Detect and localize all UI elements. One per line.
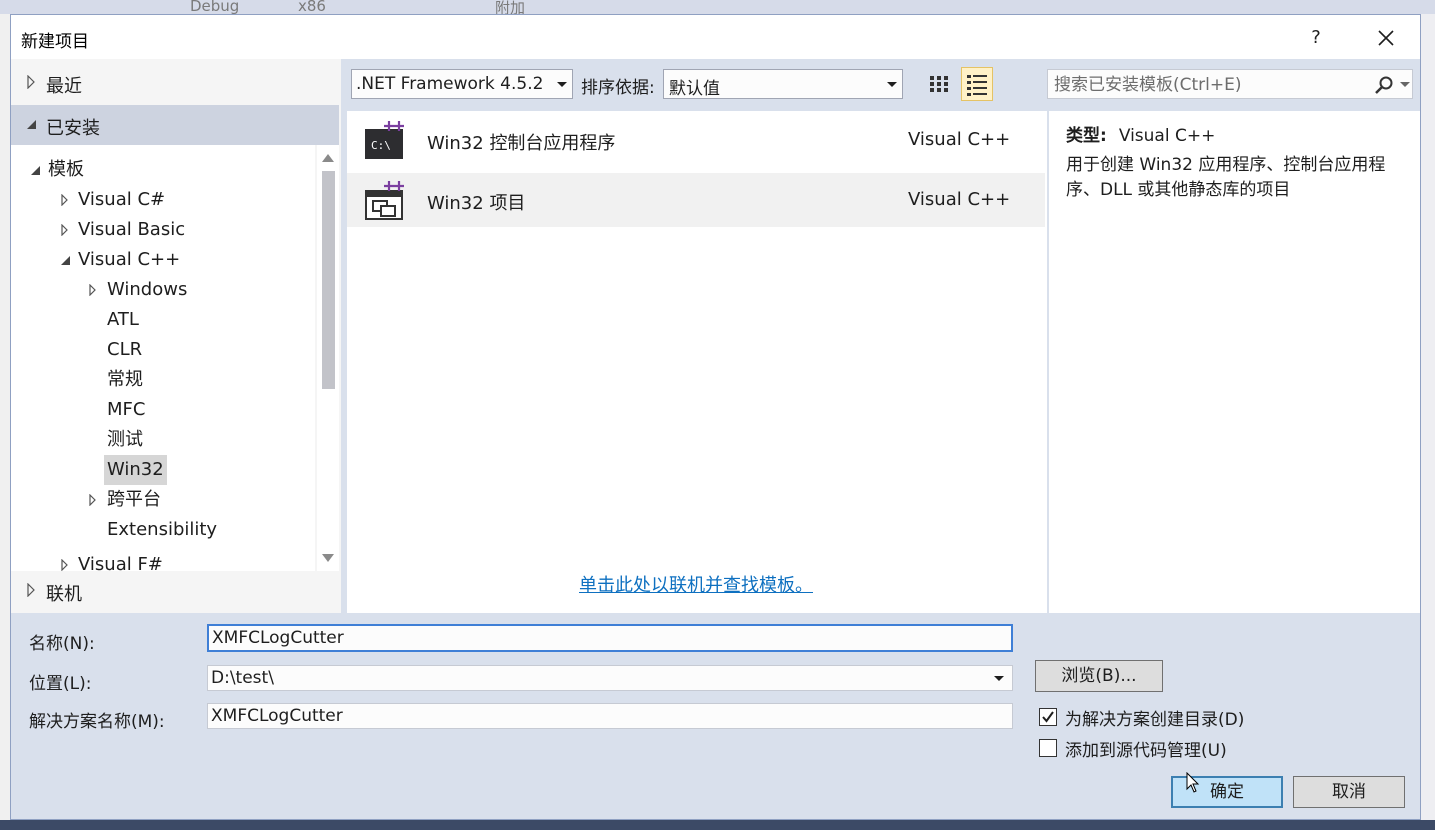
- category-nav: 最近 已安装 模板 Visual C# Visual Basic Visual …: [11, 59, 341, 613]
- ide-config-text: Debug: [190, 0, 240, 15]
- small-icons-view-button[interactable]: [923, 67, 955, 101]
- tree-scrollbar[interactable]: [317, 145, 339, 571]
- expand-arrow-icon: [89, 284, 96, 296]
- template-search-input[interactable]: [1052, 72, 1366, 98]
- browse-button[interactable]: 浏览(B)...: [1035, 660, 1163, 692]
- grid-view-icon: [930, 76, 948, 92]
- collapse-arrow-icon: [27, 120, 36, 129]
- sort-select[interactable]: 默认值: [663, 69, 903, 99]
- scroll-up-icon[interactable]: [322, 153, 334, 163]
- chevron-down-icon: [887, 82, 897, 87]
- solution-name-input[interactable]: [211, 705, 981, 727]
- nav-online-label: 联机: [46, 584, 82, 605]
- nav-recent[interactable]: 最近: [11, 63, 339, 103]
- template-description-text: 用于创建 Win32 应用程序、控制台应用程序、DLL 或其他静态库的项目: [1066, 155, 1386, 200]
- checkmark-icon: [1042, 711, 1054, 723]
- expand-arrow-icon: [89, 494, 96, 506]
- template-description-pane: 类型: Visual C++ 用于创建 Win32 应用程序、控制台应用程序、DL…: [1049, 111, 1420, 613]
- console-app-icon: C:\: [365, 121, 404, 159]
- ide-toolbar-background: Debug x86 附加: [0, 0, 1435, 17]
- create-directory-label[interactable]: 为解决方案创建目录(D): [1065, 705, 1244, 730]
- template-row-win32-project[interactable]: Win32 项目 Visual C++: [347, 173, 1045, 227]
- template-name: Win32 控制台应用程序: [427, 133, 616, 154]
- template-language: Visual C++: [908, 189, 1011, 210]
- location-field[interactable]: [207, 665, 1013, 691]
- scrollbar-thumb[interactable]: [322, 171, 335, 389]
- nav-online[interactable]: 联机: [11, 571, 339, 611]
- expand-arrow-icon: [61, 224, 68, 236]
- list-view-button[interactable]: [961, 67, 993, 101]
- sort-value: 默认值: [669, 79, 720, 99]
- close-icon: [1378, 30, 1394, 46]
- scroll-down-icon[interactable]: [322, 553, 334, 563]
- template-list: C:\ Win32 控制台应用程序 Visual C++ Win32 项目 Vi…: [347, 111, 1047, 613]
- search-options-chevron-icon[interactable]: [1400, 82, 1410, 87]
- sort-label: 排序依据:: [581, 78, 655, 98]
- source-control-label[interactable]: 添加到源代码管理(U): [1065, 736, 1227, 761]
- nav-installed[interactable]: 已安装: [11, 105, 339, 145]
- solution-name-label: 解决方案名称(M):: [29, 712, 165, 732]
- solution-name-field[interactable]: [207, 703, 1013, 729]
- svg-text:C:\: C:\: [371, 139, 391, 152]
- online-templates-link[interactable]: 单击此处以联机并查找模板。: [579, 571, 813, 597]
- template-row-console-app[interactable]: C:\ Win32 控制台应用程序 Visual C++: [347, 113, 1045, 167]
- project-name-label: 名称(N):: [29, 634, 95, 654]
- expand-arrow-icon: [61, 559, 68, 571]
- source-control-checkbox[interactable]: [1039, 739, 1057, 757]
- expand-arrow-icon: [61, 194, 68, 206]
- location-input[interactable]: [211, 667, 981, 689]
- win32-project-icon: [365, 181, 404, 220]
- framework-value: .NET Framework 4.5.2: [356, 74, 544, 94]
- dialog-title: 新建项目: [21, 32, 89, 52]
- project-name-input[interactable]: [212, 627, 982, 649]
- collapse-arrow-icon: [61, 256, 70, 265]
- help-button[interactable]: ?: [1301, 23, 1331, 53]
- ide-left-edge: [0, 14, 10, 830]
- nav-installed-label: 已安装: [46, 118, 100, 139]
- expand-arrow-icon: [27, 75, 35, 89]
- template-tree: 模板 Visual C# Visual Basic Visual C++ Win…: [11, 145, 315, 571]
- type-value: Visual C++: [1118, 126, 1216, 146]
- framework-select[interactable]: .NET Framework 4.5.2: [351, 69, 573, 99]
- collapse-arrow-icon: [31, 166, 40, 175]
- template-type-row: 类型: Visual C++: [1066, 121, 1215, 146]
- template-toolbar: .NET Framework 4.5.2 排序依据: 默认值: [345, 59, 1415, 109]
- new-project-dialog: 新建项目 ? 最近 已安装 模板 Visual C# Visual Basic …: [10, 14, 1421, 820]
- close-button[interactable]: [1371, 23, 1401, 53]
- template-search-box[interactable]: [1047, 69, 1413, 99]
- cancel-button[interactable]: 取消: [1293, 776, 1405, 808]
- template-language: Visual C++: [908, 129, 1011, 150]
- chevron-down-icon: [557, 82, 567, 87]
- chevron-down-icon[interactable]: [994, 676, 1004, 681]
- search-icon[interactable]: [1374, 75, 1394, 95]
- nav-recent-label: 最近: [46, 76, 82, 97]
- location-label: 位置(L):: [29, 674, 92, 694]
- ide-bottom-edge: [0, 820, 1435, 830]
- list-view-icon: [967, 75, 987, 96]
- expand-arrow-icon: [27, 583, 35, 597]
- project-name-field[interactable]: [207, 624, 1013, 652]
- ide-platform-text: x86: [298, 0, 326, 15]
- template-name: Win32 项目: [427, 193, 526, 214]
- ide-right-edge: [1421, 14, 1435, 830]
- mouse-cursor-icon: [1186, 772, 1200, 793]
- type-label: 类型:: [1066, 126, 1107, 146]
- create-directory-checkbox[interactable]: [1039, 708, 1057, 726]
- dialog-titlebar: 新建项目 ?: [11, 15, 1420, 59]
